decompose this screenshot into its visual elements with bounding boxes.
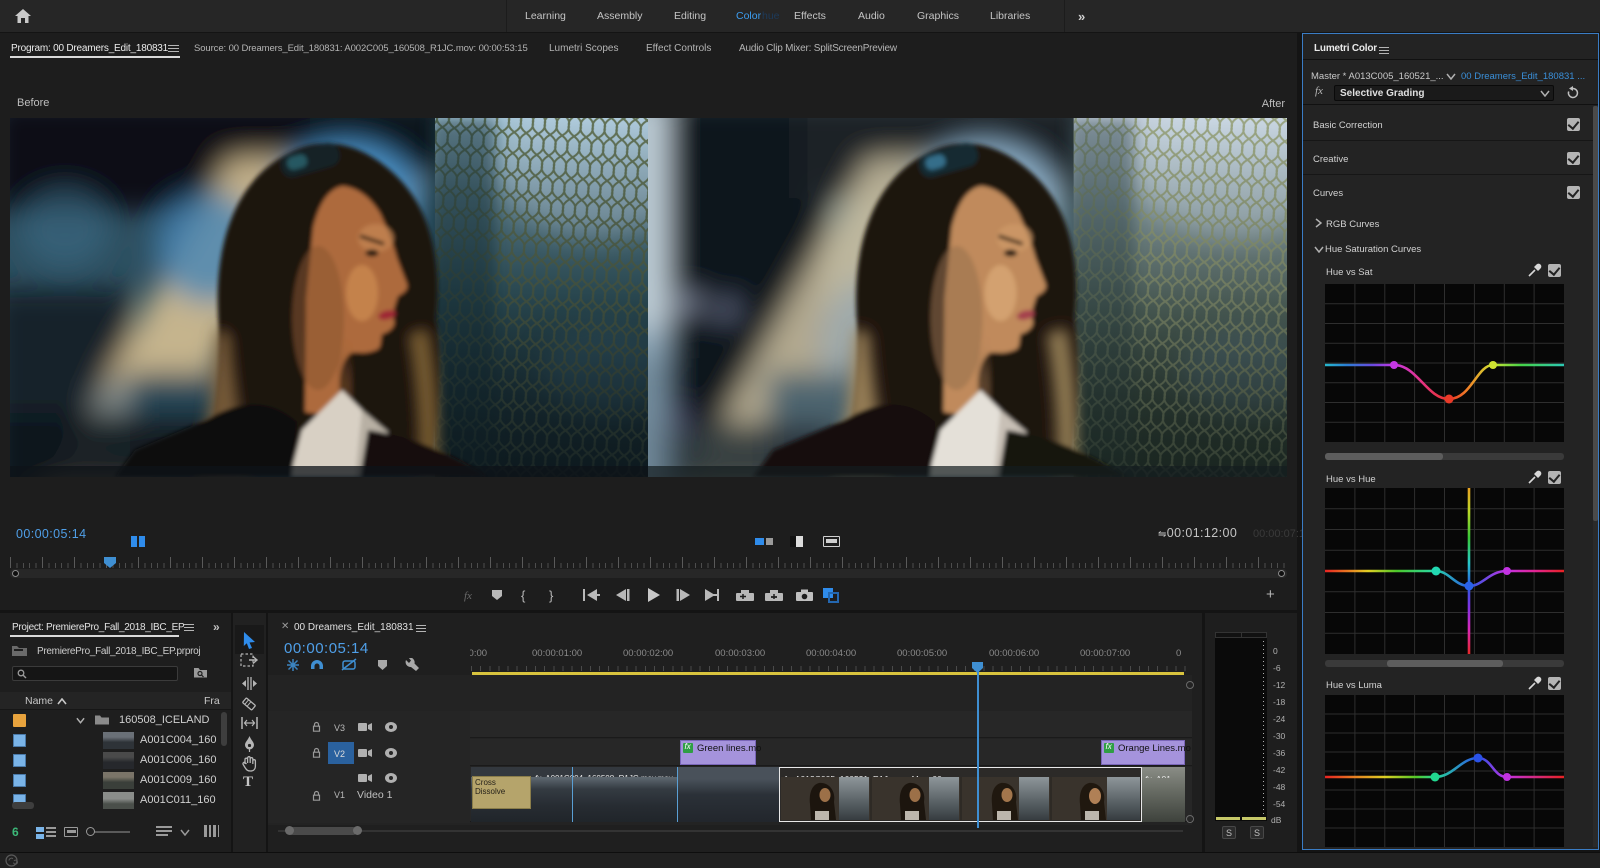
svg-text:fx: fx bbox=[464, 590, 472, 602]
svg-text:V2: V2 bbox=[334, 749, 345, 759]
svg-text:}: } bbox=[549, 588, 554, 603]
svg-text:V3: V3 bbox=[334, 723, 345, 733]
svg-text:{: { bbox=[521, 588, 526, 603]
